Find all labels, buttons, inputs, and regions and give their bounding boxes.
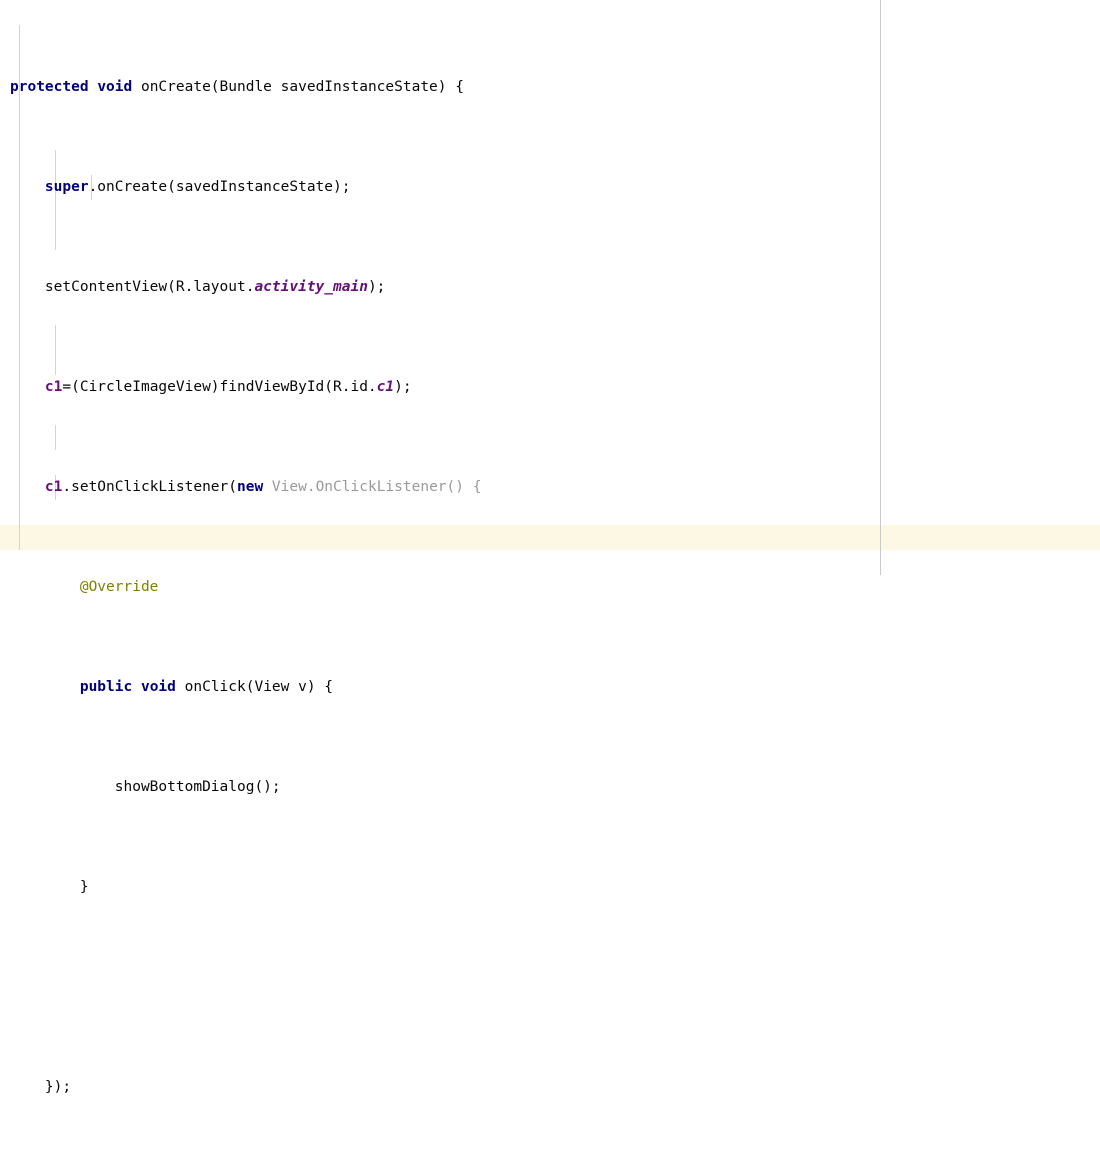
findviewbyid-end: ); (394, 379, 412, 395)
setcontentview-call: setContentView(R.layout. (44, 279, 255, 295)
code-line-3[interactable]: setContentView(R.layout.activity_main); (0, 275, 1100, 300)
code-editor[interactable]: protected void onCreate(Bundle savedInst… (0, 0, 1100, 1095)
field-c1: c1 (44, 379, 63, 395)
code-line-7[interactable]: public void onClick(View v) { (0, 675, 1100, 700)
annotation-override: @Override (79, 579, 159, 595)
code-line-11[interactable]: }); (0, 1075, 1100, 1100)
anonymous-class-close: }); (44, 1079, 72, 1095)
grayed-view-onclicklistener: View.OnClickListener() { (263, 479, 482, 495)
code-line-4[interactable]: c1=(CircleImageView)findViewById(R.id.c1… (0, 375, 1100, 400)
code-line-5[interactable]: c1.setOnClickListener(new View.OnClickLi… (0, 475, 1100, 500)
keyword-super: super (44, 179, 89, 195)
setonclicklistener-call: .setOnClickListener( (62, 479, 237, 495)
code-line-10[interactable] (0, 975, 1100, 1000)
code-line-8[interactable]: showBottomDialog(); (0, 775, 1100, 800)
super-oncreate-call: .onCreate(savedInstanceState); (88, 179, 351, 195)
code-lines[interactable]: protected void onCreate(Bundle savedInst… (0, 0, 1100, 1095)
setcontentview-end: ); (367, 279, 386, 295)
close-brace-onclick: } (79, 879, 89, 895)
method-signature-oncreate: onCreate(Bundle savedInstanceState) { (140, 79, 464, 95)
static-field-activity-main: activity_main (254, 279, 368, 295)
keyword-void-2: void (140, 679, 176, 695)
code-line-9[interactable]: } (0, 875, 1100, 900)
static-field-r-id-c1: c1 (376, 379, 395, 395)
code-line-1[interactable]: protected void onCreate(Bundle savedInst… (0, 75, 1100, 100)
code-line-2[interactable]: super.onCreate(savedInstanceState); (0, 175, 1100, 200)
code-line-6[interactable]: @Override (0, 575, 1100, 600)
keyword-new: new (237, 479, 264, 495)
keyword-void: void (97, 79, 133, 95)
keyword-public: public (79, 679, 133, 695)
findviewbyid-cast: =(CircleImageView)findViewById(R.id. (62, 379, 377, 395)
keyword-protected: protected (10, 79, 89, 95)
field-c1-listener: c1 (44, 479, 63, 495)
showbottomdialog-call: showBottomDialog(); (114, 779, 281, 795)
method-signature-onclick: onClick(View v) { (184, 679, 334, 695)
